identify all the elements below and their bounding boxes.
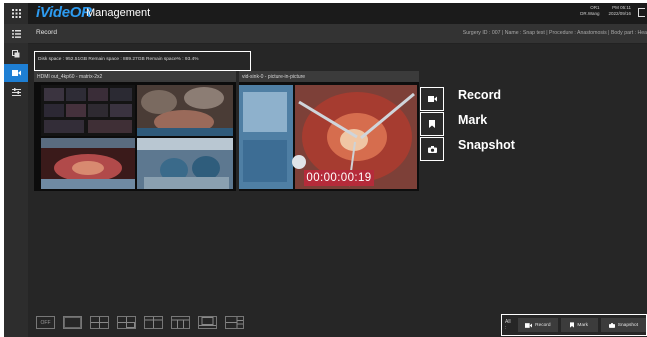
apps-grid-button[interactable] — [4, 3, 28, 24]
sidebar-item-record[interactable] — [4, 64, 28, 82]
record-all-button[interactable]: Record — [518, 318, 558, 332]
video-camera-icon — [427, 96, 437, 102]
layout-quad-icon — [91, 317, 108, 328]
record-label: Record — [458, 88, 502, 102]
all-label: All : — [505, 319, 511, 331]
brand-logo: iVideOR — [36, 4, 92, 21]
matrix-video-panel: HDMI out_4kp60 - matrix-2x2 — [34, 71, 236, 191]
list-icon — [11, 29, 21, 38]
layout-quad-button[interactable] — [90, 316, 109, 329]
copy-icon — [12, 50, 20, 58]
mark-all-button[interactable]: Mark — [560, 318, 598, 332]
surgery-info: Surgery ID : 007 | Name : Snap test | Pr… — [462, 30, 647, 36]
status-info: OR1 DR.Wang PM 05:11 2022/09/16 — [580, 5, 631, 17]
app-window: iVideOR Management OR1 DR.Wang PM 05:11 … — [4, 3, 647, 337]
layout-grid-icon — [226, 317, 243, 328]
layout-triple-button[interactable] — [171, 316, 190, 329]
layout-single-icon — [64, 317, 81, 328]
layout-off-button[interactable]: OFF — [36, 316, 55, 329]
camera-icon — [427, 145, 437, 153]
disk-space-info: Disk space : 952.51GB Remain space : 889… — [34, 51, 251, 71]
user-label: DR.Wang — [580, 11, 600, 16]
matrix-video-feed — [34, 82, 236, 191]
sidebar-item-settings[interactable] — [4, 83, 28, 101]
layout-side-by-side-button[interactable] — [144, 316, 163, 329]
logout-icon[interactable] — [638, 8, 645, 17]
layout-selector: OFF — [36, 316, 244, 329]
sliders-icon — [11, 88, 21, 96]
app-title: Management — [86, 7, 151, 19]
sidebar-item-copy[interactable] — [4, 45, 28, 63]
record-all-label: Record — [535, 322, 551, 328]
video-camera-icon — [11, 70, 21, 76]
bookmark-icon — [429, 120, 435, 128]
apps-grid-icon — [11, 9, 21, 18]
top-bar: iVideOR Management OR1 DR.Wang PM 05:11 … — [4, 3, 647, 24]
camera-icon — [608, 322, 615, 328]
video-camera-icon — [525, 322, 533, 328]
layout-single-button[interactable] — [63, 316, 82, 329]
snapshot-all-label: Snapshot — [617, 322, 639, 328]
page-title: Record — [36, 29, 57, 36]
date-label: 2022/09/16 — [608, 11, 631, 16]
pip-panel-title: vid-sink-0 - picture-in-picture — [239, 71, 419, 82]
mark-all-label: Mark — [577, 322, 588, 328]
layout-frame-icon — [199, 317, 216, 326]
sub-header: Record Surgery ID : 007 | Name : Snap te… — [4, 24, 647, 44]
sidebar — [4, 43, 28, 337]
all-actions-bar: All : Record Mark Snapshot — [501, 314, 647, 336]
snapshot-button[interactable] — [420, 137, 444, 161]
recording-timer: 00:00:00:19 — [304, 170, 374, 186]
layout-pip-icon — [118, 317, 135, 328]
list-menu-button[interactable] — [4, 24, 28, 43]
snapshot-label: Snapshot — [458, 138, 515, 152]
bookmark-icon — [570, 322, 575, 328]
layout-pip-button[interactable] — [117, 316, 136, 329]
matrix-panel-title: HDMI out_4kp60 - matrix-2x2 — [34, 71, 236, 82]
record-button[interactable] — [420, 87, 444, 111]
layout-frame-button[interactable] — [198, 316, 217, 329]
layout-triple-icon — [172, 319, 189, 328]
mark-label: Mark — [458, 113, 488, 127]
layout-grid-button[interactable] — [225, 316, 244, 329]
snapshot-all-button[interactable]: Snapshot — [600, 318, 647, 332]
layout-split-icon — [145, 317, 162, 328]
mark-button[interactable] — [420, 112, 444, 136]
